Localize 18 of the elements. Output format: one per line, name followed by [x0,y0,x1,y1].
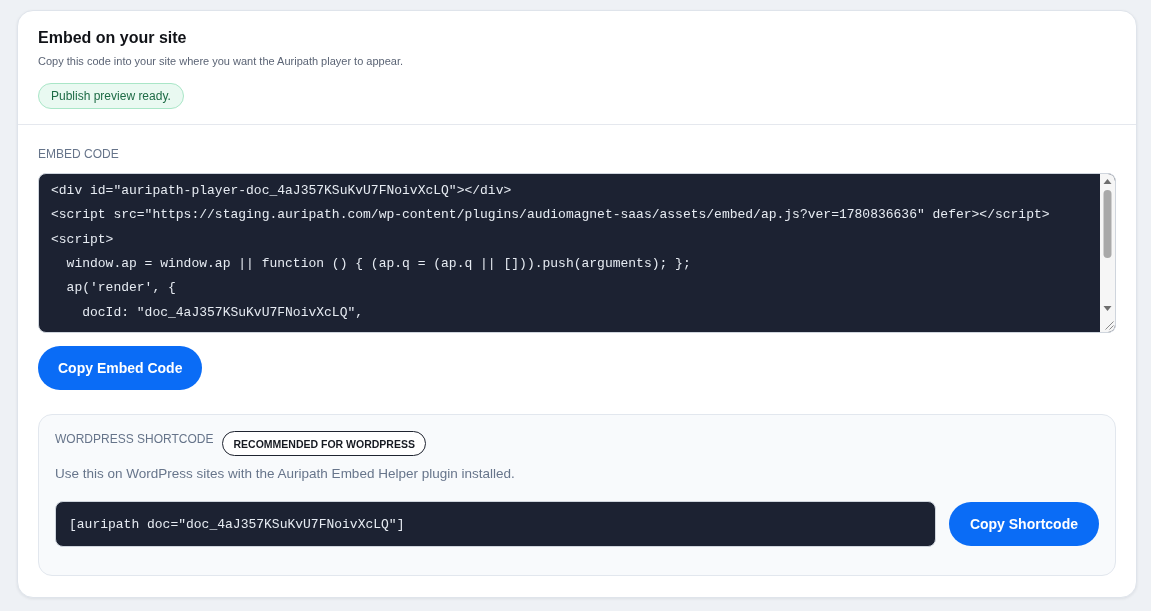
field-label: EMBED CODE [38,146,120,162]
shortcode-description: Use this on WordPress sites with the Auripath Embed Helper plugin installed. [55,465,516,483]
resize-grip-icon[interactable] [1104,321,1114,330]
code-line: docId: "doc_4aJ357KSuKvU7FNoivXcLQ", [81,304,364,321]
status-badge: Publish preview ready. [38,83,184,109]
code-line: ap('render', { [65,280,176,297]
recommended-tag: RECOMMENDED FOR WORDPRESS [222,431,426,456]
code-line: <div id="auripath-player-doc_4aJ357KSuKvU7FNoivXcLQ"></div> [51,183,512,200]
section-label: WORDPRESS SHORTCODE [55,431,214,447]
code-line: <script src="https://staging.auripath.com/wp-content/plugins/audiomagnet-saas/assets/embed/ap.js?ver=1780836636" defer></script> [51,207,1050,224]
embed-code-field[interactable] [38,173,1116,333]
copy-shortcode-button[interactable]: Copy Shortcode [948,502,1099,546]
section-title: Embed on your site [38,28,188,48]
code-line: <script> [51,231,114,248]
section-description: Copy this code into your site where you want the Auripath player to appear. [38,54,405,68]
copy-embed-code-button[interactable]: Copy Embed Code [38,346,203,390]
code-line: window.ap = window.ap || function () { (ap.q = (ap.q || [])).push(arguments); }; [65,256,691,273]
shortcode-field[interactable]: [auripath doc="doc_4aJ357KSuKvU7FNoivXcLQ"] [55,501,936,547]
